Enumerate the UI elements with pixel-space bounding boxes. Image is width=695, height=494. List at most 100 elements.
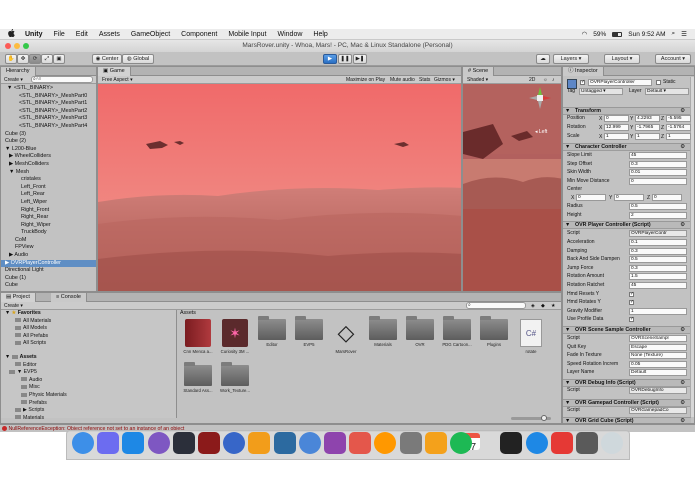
appstore-icon[interactable] xyxy=(525,432,548,454)
ovr-gamepad-header[interactable]: OVR Gamepad Controller (Script) ▼ ⚙ xyxy=(563,399,691,407)
ovr-field-value[interactable]: 0.3 xyxy=(629,247,687,255)
scene-gizmo-icon[interactable] xyxy=(529,87,551,109)
space-toggle-button[interactable]: ◍ Global xyxy=(122,54,154,64)
center-y-field[interactable]: 0 xyxy=(614,194,644,202)
gameobject-name-field[interactable]: OVRPlayerController xyxy=(588,79,652,86)
asset-folder-item[interactable]: Physic Materials xyxy=(1,392,176,400)
stats-toggle[interactable]: Stats xyxy=(419,76,430,84)
filter-by-label-icon[interactable]: ◆ xyxy=(541,302,545,310)
hierarchy-item[interactable]: <STL_BINARY>_MeshPart0 xyxy=(1,93,96,101)
position-z-field[interactable]: -5.595 xyxy=(666,115,691,122)
menu-help[interactable]: Help xyxy=(313,31,327,38)
asset-folder-item[interactable]: Materials xyxy=(1,415,176,423)
asset-folder-item[interactable]: ▼ EVP5 xyxy=(1,369,176,377)
transform-header[interactable]: Transform ▼ ⚙ xyxy=(563,107,691,115)
ovr-scene-sample-header[interactable]: OVR Scene Sample Controller ▼ ⚙ xyxy=(563,326,691,334)
scene-tab[interactable]: # Scene xyxy=(463,67,495,76)
2d-toggle[interactable]: 2D xyxy=(529,76,535,84)
apple-menu-icon[interactable] xyxy=(8,29,15,39)
scene-sample-value[interactable]: 0.05 xyxy=(629,360,687,368)
hand-tool-button[interactable]: ✋ xyxy=(5,54,17,64)
pivot-toggle-button[interactable]: ◉ Center xyxy=(92,54,122,64)
assets-root[interactable]: ▼ Assets xyxy=(1,354,176,362)
hierarchy-item[interactable]: ▶ MeshColliders xyxy=(1,161,96,169)
rotation-y-field[interactable]: -1.7965 xyxy=(635,124,660,131)
hierarchy-item[interactable]: TruckBody xyxy=(1,229,96,237)
asset-folder-item[interactable]: ▶ Scripts xyxy=(1,407,176,415)
ovr-field-value[interactable]: 0.5 xyxy=(629,256,687,264)
asset-item[interactable]: Materials xyxy=(366,316,400,347)
ovr-field-value[interactable]: 0.1 xyxy=(629,239,687,246)
safari-icon[interactable] xyxy=(122,432,145,454)
scene-lighting-icon[interactable]: ☼ xyxy=(543,76,548,84)
scale-tool-button[interactable]: ⤢ xyxy=(41,54,53,64)
ovr-grid-cube-header[interactable]: OVR Grid Cube (Script) ▼ ⚙ xyxy=(563,417,691,423)
layout-dropdown[interactable]: Layout ▾ xyxy=(604,54,640,64)
hierarchy-item[interactable]: ▶ WheelColliders xyxy=(1,153,96,161)
hierarchy-item[interactable]: Cube (2) xyxy=(1,138,96,146)
scene-sample-value[interactable]: Escape xyxy=(629,343,687,351)
game-viewport[interactable] xyxy=(98,84,462,292)
remote-icon[interactable] xyxy=(576,432,598,454)
asset-item[interactable]: ✶ Curiosity 3M ... xyxy=(218,319,252,354)
ovr-field-value[interactable]: 45 xyxy=(629,282,687,289)
scale-x-field[interactable]: 1 xyxy=(604,133,629,140)
siri-icon[interactable] xyxy=(97,432,120,454)
shading-dropdown[interactable]: Shaded ▾ xyxy=(467,76,488,84)
use-profile-checkbox[interactable] xyxy=(629,316,634,323)
gamepad-script-field[interactable]: OVRGamepadCo xyxy=(629,407,687,414)
close-window-button[interactable] xyxy=(5,43,11,49)
foldout-arrow-icon[interactable]: ▼ xyxy=(565,327,570,334)
maximize-on-play-toggle[interactable]: Maximize on Play xyxy=(346,76,385,84)
project-search-input[interactable]: ⌕ xyxy=(466,302,526,309)
hierarchy-item[interactable]: <STL_BINARY>_MeshPart1 xyxy=(1,100,96,108)
notification-center-icon[interactable]: ☰ xyxy=(681,30,687,38)
zoom-window-button[interactable] xyxy=(23,43,29,49)
scene-sample-value[interactable]: OVRSceneSampl xyxy=(629,335,687,342)
center-z-field[interactable]: 0 xyxy=(652,194,682,202)
icon-size-slider[interactable] xyxy=(511,415,551,421)
asset-item[interactable]: OVR xyxy=(403,316,437,347)
favorite-item[interactable]: All Models xyxy=(1,325,176,333)
gameobject-active-checkbox[interactable] xyxy=(580,79,585,85)
cc-field-value[interactable]: 0.3 xyxy=(629,160,687,168)
asset-folder-item[interactable]: Editor xyxy=(1,362,176,370)
ovr-script-field[interactable]: OVRPlayerContr xyxy=(629,230,687,237)
filter-by-type-icon[interactable]: ◈ xyxy=(531,302,535,310)
console-tab[interactable]: ≡ Console xyxy=(51,293,87,302)
hierarchy-item[interactable]: Cube (1) xyxy=(1,275,96,283)
character-controller-header[interactable]: Character Controller ▼ ⚙ xyxy=(563,143,691,151)
hierarchy-item[interactable]: Cube (3) xyxy=(1,131,96,139)
component-settings-icon[interactable]: ⚙ xyxy=(680,380,685,387)
favorite-star-icon[interactable]: ★ xyxy=(551,302,555,310)
asset-item[interactable]: Editor xyxy=(255,316,289,347)
hierarchy-item[interactable]: Left_Front xyxy=(1,184,96,192)
menu-edit[interactable]: Edit xyxy=(76,31,88,38)
menu-gameobject[interactable]: GameObject xyxy=(131,31,170,38)
clock[interactable]: Sun 9:52 AM xyxy=(628,31,665,38)
project-tab[interactable]: ▤ Project xyxy=(1,293,36,302)
hierarchy-item[interactable]: ▶ OVRPlayerController xyxy=(1,259,96,268)
ovr-field-value[interactable]: 0.3 xyxy=(629,264,687,272)
scale-z-field[interactable]: 1 xyxy=(666,133,691,140)
ovr-debug-info-header[interactable]: OVR Debug Info (Script) ▼ ⚙ xyxy=(563,379,691,387)
hierarchy-item[interactable]: Right_Front xyxy=(1,207,96,215)
layer-dropdown[interactable]: Default ▾ xyxy=(645,88,689,95)
asset-folder-item[interactable]: Prefabs xyxy=(1,400,176,408)
hierarchy-item[interactable]: ▼ L200-Blue xyxy=(1,146,96,154)
component-settings-icon[interactable]: ⚙ xyxy=(680,108,685,115)
asset-item[interactable]: Standard Ass... xyxy=(181,362,215,393)
mute-audio-toggle[interactable]: Mute audio xyxy=(390,76,415,84)
rotation-z-field[interactable]: -1.5764 xyxy=(666,124,691,131)
spotlight-icon[interactable]: ⌕ xyxy=(672,30,676,38)
component-settings-icon[interactable]: ⚙ xyxy=(680,144,685,151)
component-settings-icon[interactable]: ⚙ xyxy=(680,222,685,229)
asset-item[interactable]: Work_Texture... xyxy=(218,362,252,393)
scene-viewport[interactable] xyxy=(463,84,562,292)
menu-window[interactable]: Window xyxy=(278,31,303,38)
cross-icon[interactable] xyxy=(198,432,220,454)
foldout-arrow-icon[interactable]: ▼ xyxy=(565,108,570,115)
component-settings-icon[interactable]: ⚙ xyxy=(680,400,685,407)
center-x-field[interactable]: 0 xyxy=(576,194,606,202)
hierarchy-item[interactable]: Right_Rear xyxy=(1,214,96,222)
